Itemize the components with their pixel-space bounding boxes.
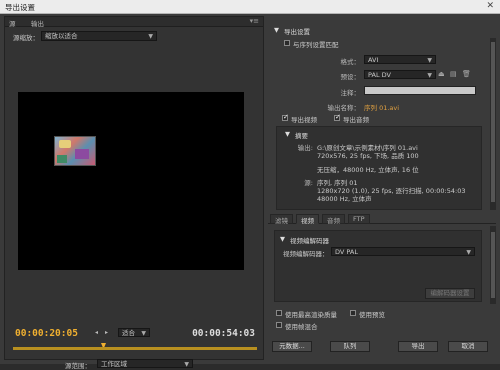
chevron-down-icon: ▼	[141, 330, 146, 337]
use-preview-checkbox[interactable]	[350, 310, 356, 316]
video-codec-title: 视频编解码器	[290, 237, 329, 245]
close-icon[interactable]: ✕	[486, 1, 494, 11]
chevron-down-icon: ▼	[184, 361, 189, 368]
output-name-label: 输出名称：	[327, 104, 361, 112]
chevron-down-icon: ▼	[427, 72, 432, 79]
output-name-link[interactable]: 序列 01.avi	[364, 102, 399, 112]
source-scaling-value: 缩放以适合	[45, 32, 78, 40]
delete-preset-icon[interactable]: 🗑	[462, 70, 471, 78]
export-audio-checkbox[interactable]	[334, 113, 341, 121]
settings-scrollbar[interactable]	[490, 38, 496, 210]
zoom-select[interactable]: 适合 ▼	[118, 328, 150, 337]
tab-source[interactable]: 源	[9, 18, 16, 28]
source-scaling-label: 源缩放：	[13, 34, 39, 42]
max-render-quality-checkbox[interactable]	[276, 310, 282, 316]
tab-output[interactable]: 输出	[31, 18, 44, 28]
summary-box: ▼ 摘要 输出: G:\原创文章\示例素材\序列 01.avi 720x576,…	[276, 126, 482, 210]
chevron-down-icon: ▼	[466, 249, 471, 256]
scrollbar-thumb[interactable]	[491, 42, 495, 202]
import-preset-icon[interactable]: ▤	[450, 70, 457, 78]
export-settings-window: 导出设置 ✕ 源 输出 ▾≡ 源缩放： 缩放以适合 ▼ 00:00:20:05 …	[0, 0, 500, 370]
timeline-scrubber[interactable]	[13, 343, 257, 351]
video-preview	[18, 92, 244, 270]
summary-output-line2: 720x576, 25 fps, 下场, 品质 100	[317, 152, 419, 160]
tab-ftp[interactable]: FTP	[348, 214, 370, 224]
comments-value	[365, 87, 367, 95]
preview-frame-image	[54, 136, 96, 166]
title-bar: 导出设置 ✕	[0, 0, 500, 14]
source-range-value: 工作区域	[101, 360, 127, 368]
use-preview-label: 使用预览	[359, 311, 385, 319]
settings-tabs: 滤镜 视频 音频 FTP	[268, 213, 496, 225]
current-timecode[interactable]: 00:00:20:05	[15, 328, 78, 339]
cancel-button[interactable]: 取消	[448, 341, 488, 352]
video-codec-toggle-icon[interactable]: ▼	[280, 235, 285, 243]
summary-source-label: 源:	[304, 179, 313, 187]
preview-tabs: 源 输出 ▾≡	[5, 17, 263, 28]
export-video-label: 导出视频	[291, 116, 317, 124]
tab-video[interactable]: 视频	[296, 214, 319, 225]
export-audio-label: 导出音频	[343, 116, 369, 124]
tab-audio[interactable]: 音频	[322, 214, 345, 225]
source-range-label: 源范围：	[65, 362, 91, 370]
queue-button[interactable]: 队列	[330, 341, 370, 352]
set-in-point-icon[interactable]: ◂	[95, 329, 98, 336]
export-video-checkbox[interactable]	[282, 113, 289, 121]
match-sequence-checkbox[interactable]	[284, 40, 290, 46]
export-settings-toggle-icon[interactable]: ▼	[274, 26, 279, 34]
scrollbar-thumb[interactable]	[491, 232, 495, 298]
export-settings-title: 导出设置	[284, 28, 310, 36]
settings-pane: ▼ 导出设置 与序列设置匹配 格式： AVI ▼ 预设： PAL DV ▼ ⏏ …	[268, 16, 496, 360]
metadata-button[interactable]: 元数据...	[272, 341, 312, 352]
video-codec-value: DV PAL	[335, 248, 358, 256]
summary-output-line3: 无压缩，48000 Hz, 立体声, 16 位	[317, 166, 419, 174]
summary-toggle-icon[interactable]: ▼	[285, 130, 290, 138]
preset-select[interactable]: PAL DV ▼	[364, 70, 436, 79]
video-codec-select[interactable]: DV PAL ▼	[331, 247, 475, 256]
zoom-value: 适合	[122, 329, 135, 337]
comments-label: 注释：	[340, 89, 361, 97]
preset-label: 预设：	[340, 73, 361, 81]
window-title: 导出设置	[5, 3, 35, 12]
comments-input[interactable]	[364, 86, 476, 95]
summary-source-line3: 48000 Hz, 立体声	[317, 195, 372, 203]
save-preset-icon[interactable]: ⏏	[438, 70, 445, 78]
set-out-point-icon[interactable]: ▸	[105, 329, 108, 336]
video-codec-label: 视频编解码器：	[283, 250, 329, 258]
work-area-bar[interactable]	[13, 347, 257, 350]
end-timecode: 00:00:54:03	[192, 328, 255, 339]
codec-settings-button[interactable]: 编解码器设置	[425, 288, 475, 299]
tab-filters[interactable]: 滤镜	[270, 214, 293, 225]
panel-menu-icon[interactable]: ▾≡	[250, 17, 259, 25]
preset-value: PAL DV	[368, 71, 391, 79]
max-render-quality-label: 使用最高渲染质量	[285, 311, 337, 319]
chevron-down-icon: ▼	[427, 57, 432, 64]
format-value: AVI	[368, 56, 379, 64]
preview-pane: 源 输出 ▾≡ 源缩放： 缩放以适合 ▼ 00:00:20:05 ◂ ▸ 适合 …	[4, 16, 264, 370]
source-scaling-select[interactable]: 缩放以适合 ▼	[41, 31, 157, 41]
chevron-down-icon: ▼	[148, 33, 153, 40]
summary-title: 摘要	[295, 132, 308, 140]
frame-blending-checkbox[interactable]	[276, 322, 282, 328]
export-button[interactable]: 导出	[398, 341, 438, 352]
format-label: 格式：	[340, 58, 361, 66]
video-codec-section: ▼ 视频编解码器 视频编解码器： DV PAL ▼ 编解码器设置	[274, 230, 482, 302]
match-sequence-label: 与序列设置匹配	[293, 41, 339, 49]
format-select[interactable]: AVI ▼	[364, 55, 436, 64]
summary-output-label: 输出:	[297, 144, 313, 152]
frame-blending-label: 使用帧混合	[285, 323, 318, 331]
codec-scrollbar[interactable]	[490, 226, 496, 304]
